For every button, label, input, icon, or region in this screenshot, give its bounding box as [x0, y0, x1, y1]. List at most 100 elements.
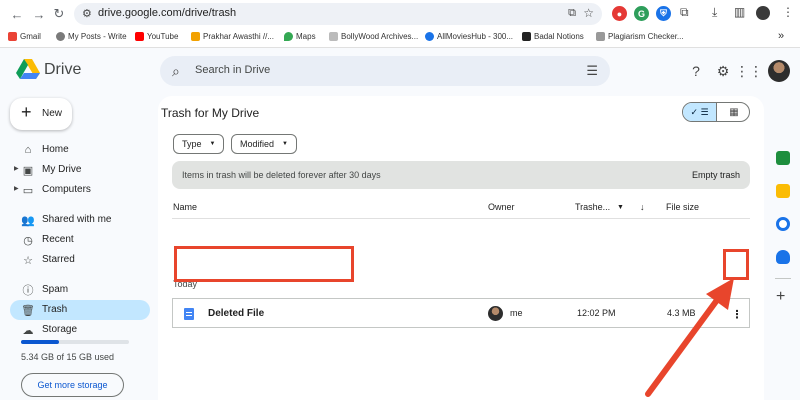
- bookmark-youtube[interactable]: YouTube: [135, 32, 178, 41]
- bookmark-site-icon: [329, 32, 338, 41]
- site-info-icon[interactable]: ⚙: [82, 7, 92, 20]
- modified-filter-chip[interactable]: Modified ▼: [231, 134, 297, 154]
- dropdown-arrow-icon: ▼: [282, 141, 288, 147]
- sidebar-item-home[interactable]: ⌂ Home: [10, 140, 150, 160]
- group-label-today: Today: [173, 279, 198, 289]
- trash-info-banner: Items in trash will be deleted forever a…: [172, 161, 750, 189]
- home-icon: ⌂: [24, 144, 32, 156]
- trashed-date: 12:02 PM: [577, 308, 616, 318]
- get-more-storage-button[interactable]: Get more storage: [21, 373, 124, 397]
- apps-grid-icon[interactable]: ⋮⋮: [735, 62, 763, 80]
- calendar-icon[interactable]: [776, 151, 790, 165]
- search-bar[interactable]: ⌕ Search in Drive ☰: [160, 56, 610, 86]
- dropdown-arrow-icon[interactable]: ▼: [617, 204, 624, 211]
- tasks-icon[interactable]: [776, 217, 790, 231]
- bookmark-gmail[interactable]: Gmail: [8, 32, 41, 41]
- help-icon[interactable]: ?: [687, 62, 705, 80]
- extension-shield-icon[interactable]: ⛨: [656, 6, 671, 21]
- bookmark-allmovieshub[interactable]: AllMoviesHub - 300...: [425, 32, 513, 41]
- bookmark-badal-notions[interactable]: Badal Notions: [522, 32, 584, 41]
- back-icon[interactable]: ←: [8, 5, 26, 23]
- more-bookmarks-button[interactable]: »: [778, 30, 784, 42]
- gmail-icon: [8, 32, 17, 41]
- browser-menu-icon[interactable]: ⋮: [782, 5, 794, 19]
- medium-icon: [56, 32, 65, 41]
- view-toggle: ✓ ☰ ▦: [682, 102, 750, 122]
- annotation-arrow: [645, 278, 734, 397]
- expand-caret-icon[interactable]: ▶: [14, 185, 19, 192]
- search-icon[interactable]: ⌕: [172, 63, 180, 80]
- extension-grammarly-icon[interactable]: G: [634, 6, 649, 21]
- bookmark-bollywood[interactable]: BollyWood Archives...: [329, 32, 418, 41]
- reload-icon[interactable]: ↻: [50, 5, 68, 23]
- dropdown-arrow-icon: ▼: [209, 141, 216, 147]
- type-filter-chip[interactable]: Type ▼: [173, 134, 225, 154]
- star-icon: ☆: [23, 254, 33, 267]
- sidebar-item-shared[interactable]: 👥 Shared with me: [10, 210, 150, 230]
- column-header-owner[interactable]: Owner: [488, 202, 515, 212]
- maps-icon: [284, 32, 293, 41]
- install-app-icon[interactable]: ⧉: [568, 7, 576, 20]
- drive-app: Drive ⌕ Search in Drive ☰ ? ⚙ ⋮⋮ + New ⌂…: [0, 48, 800, 400]
- recent-icon: ◷: [23, 234, 33, 247]
- owner-avatar: [488, 306, 503, 321]
- add-addon-plus-icon[interactable]: +: [776, 288, 785, 306]
- cloud-icon: ☁: [22, 324, 34, 337]
- url-text: drive.google.com/drive/trash: [98, 7, 237, 19]
- my-drive-icon: ▣: [22, 164, 34, 177]
- search-input[interactable]: Search in Drive: [195, 64, 270, 76]
- youtube-icon: [135, 32, 144, 41]
- keep-icon[interactable]: [776, 184, 790, 198]
- sort-arrow-down-icon[interactable]: ↓: [640, 202, 645, 212]
- side-panel-icon[interactable]: ▥: [734, 5, 745, 19]
- bookmarks-bar: Gmail My Posts - Write YouTube Prakhar A…: [0, 28, 800, 48]
- account-avatar[interactable]: [768, 60, 790, 82]
- download-icon[interactable]: ⤓: [712, 5, 717, 20]
- sidebar-item-storage[interactable]: ☁ Storage: [10, 320, 150, 340]
- sidebar-item-my-drive[interactable]: ▶ ▣ My Drive: [10, 160, 150, 180]
- column-header-file-size[interactable]: File size: [666, 202, 699, 212]
- drive-brand: Drive: [44, 61, 82, 78]
- shared-icon: 👥: [21, 214, 35, 227]
- google-doc-icon: [184, 308, 194, 320]
- column-header-name[interactable]: Name: [173, 202, 197, 212]
- search-options-icon[interactable]: ☰: [586, 63, 598, 79]
- bookmark-site-icon: [596, 32, 605, 41]
- sidebar-item-recent[interactable]: ◷ Recent: [10, 230, 150, 250]
- owner-name: me: [510, 308, 523, 318]
- grid-view-button[interactable]: ▦: [717, 103, 749, 121]
- sidebar-item-spam[interactable]: ⓘ Spam: [10, 280, 150, 300]
- bookmark-prakhar[interactable]: Prakhar Awasthi //...: [191, 32, 274, 41]
- bookmark-my-posts[interactable]: My Posts - Write: [56, 32, 127, 41]
- bookmark-plagiarism[interactable]: Plagiarism Checker...: [596, 32, 684, 41]
- side-panel-rail: +: [768, 96, 800, 400]
- spam-icon: ⓘ: [22, 285, 34, 297]
- list-view-button[interactable]: ✓ ☰: [683, 103, 717, 121]
- contacts-icon[interactable]: [776, 250, 790, 264]
- new-button[interactable]: + New: [10, 98, 72, 130]
- profile-avatar[interactable]: [756, 6, 770, 20]
- empty-trash-button[interactable]: Empty trash: [692, 170, 740, 180]
- expand-caret-icon[interactable]: ▶: [14, 165, 19, 172]
- storage-usage-fill: [21, 340, 60, 344]
- settings-gear-icon[interactable]: ⚙: [714, 62, 732, 80]
- column-header-trashed[interactable]: Trashe...: [575, 202, 610, 212]
- trash-icon: 🗑: [21, 304, 35, 317]
- extension-record-icon[interactable]: ●: [612, 6, 627, 21]
- storage-usage-text: 5.34 GB of 15 GB used: [21, 352, 115, 362]
- sidebar-item-computers[interactable]: ▶ ▭ Computers: [10, 180, 150, 200]
- extensions-puzzle-icon[interactable]: ⧉: [680, 5, 689, 20]
- file-name: Deleted File: [208, 308, 265, 319]
- drive-logo-icon: [16, 59, 40, 79]
- notion-icon: [522, 32, 531, 41]
- page-title: Trash for My Drive: [161, 106, 260, 120]
- plus-icon: +: [21, 102, 32, 122]
- divider: [775, 278, 791, 279]
- bookmark-star-icon[interactable]: ☆: [583, 6, 594, 20]
- sidebar-item-starred[interactable]: ☆ Starred: [10, 250, 150, 270]
- browser-toolbar: ← → ↻ ⚙ drive.google.com/drive/trash ⧉ ☆…: [0, 0, 800, 28]
- sidebar-item-trash[interactable]: 🗑 Trash: [10, 300, 150, 320]
- address-bar[interactable]: ⚙ drive.google.com/drive/trash ⧉ ☆: [74, 3, 602, 25]
- forward-icon[interactable]: →: [30, 5, 48, 23]
- bookmark-maps[interactable]: Maps: [284, 32, 316, 41]
